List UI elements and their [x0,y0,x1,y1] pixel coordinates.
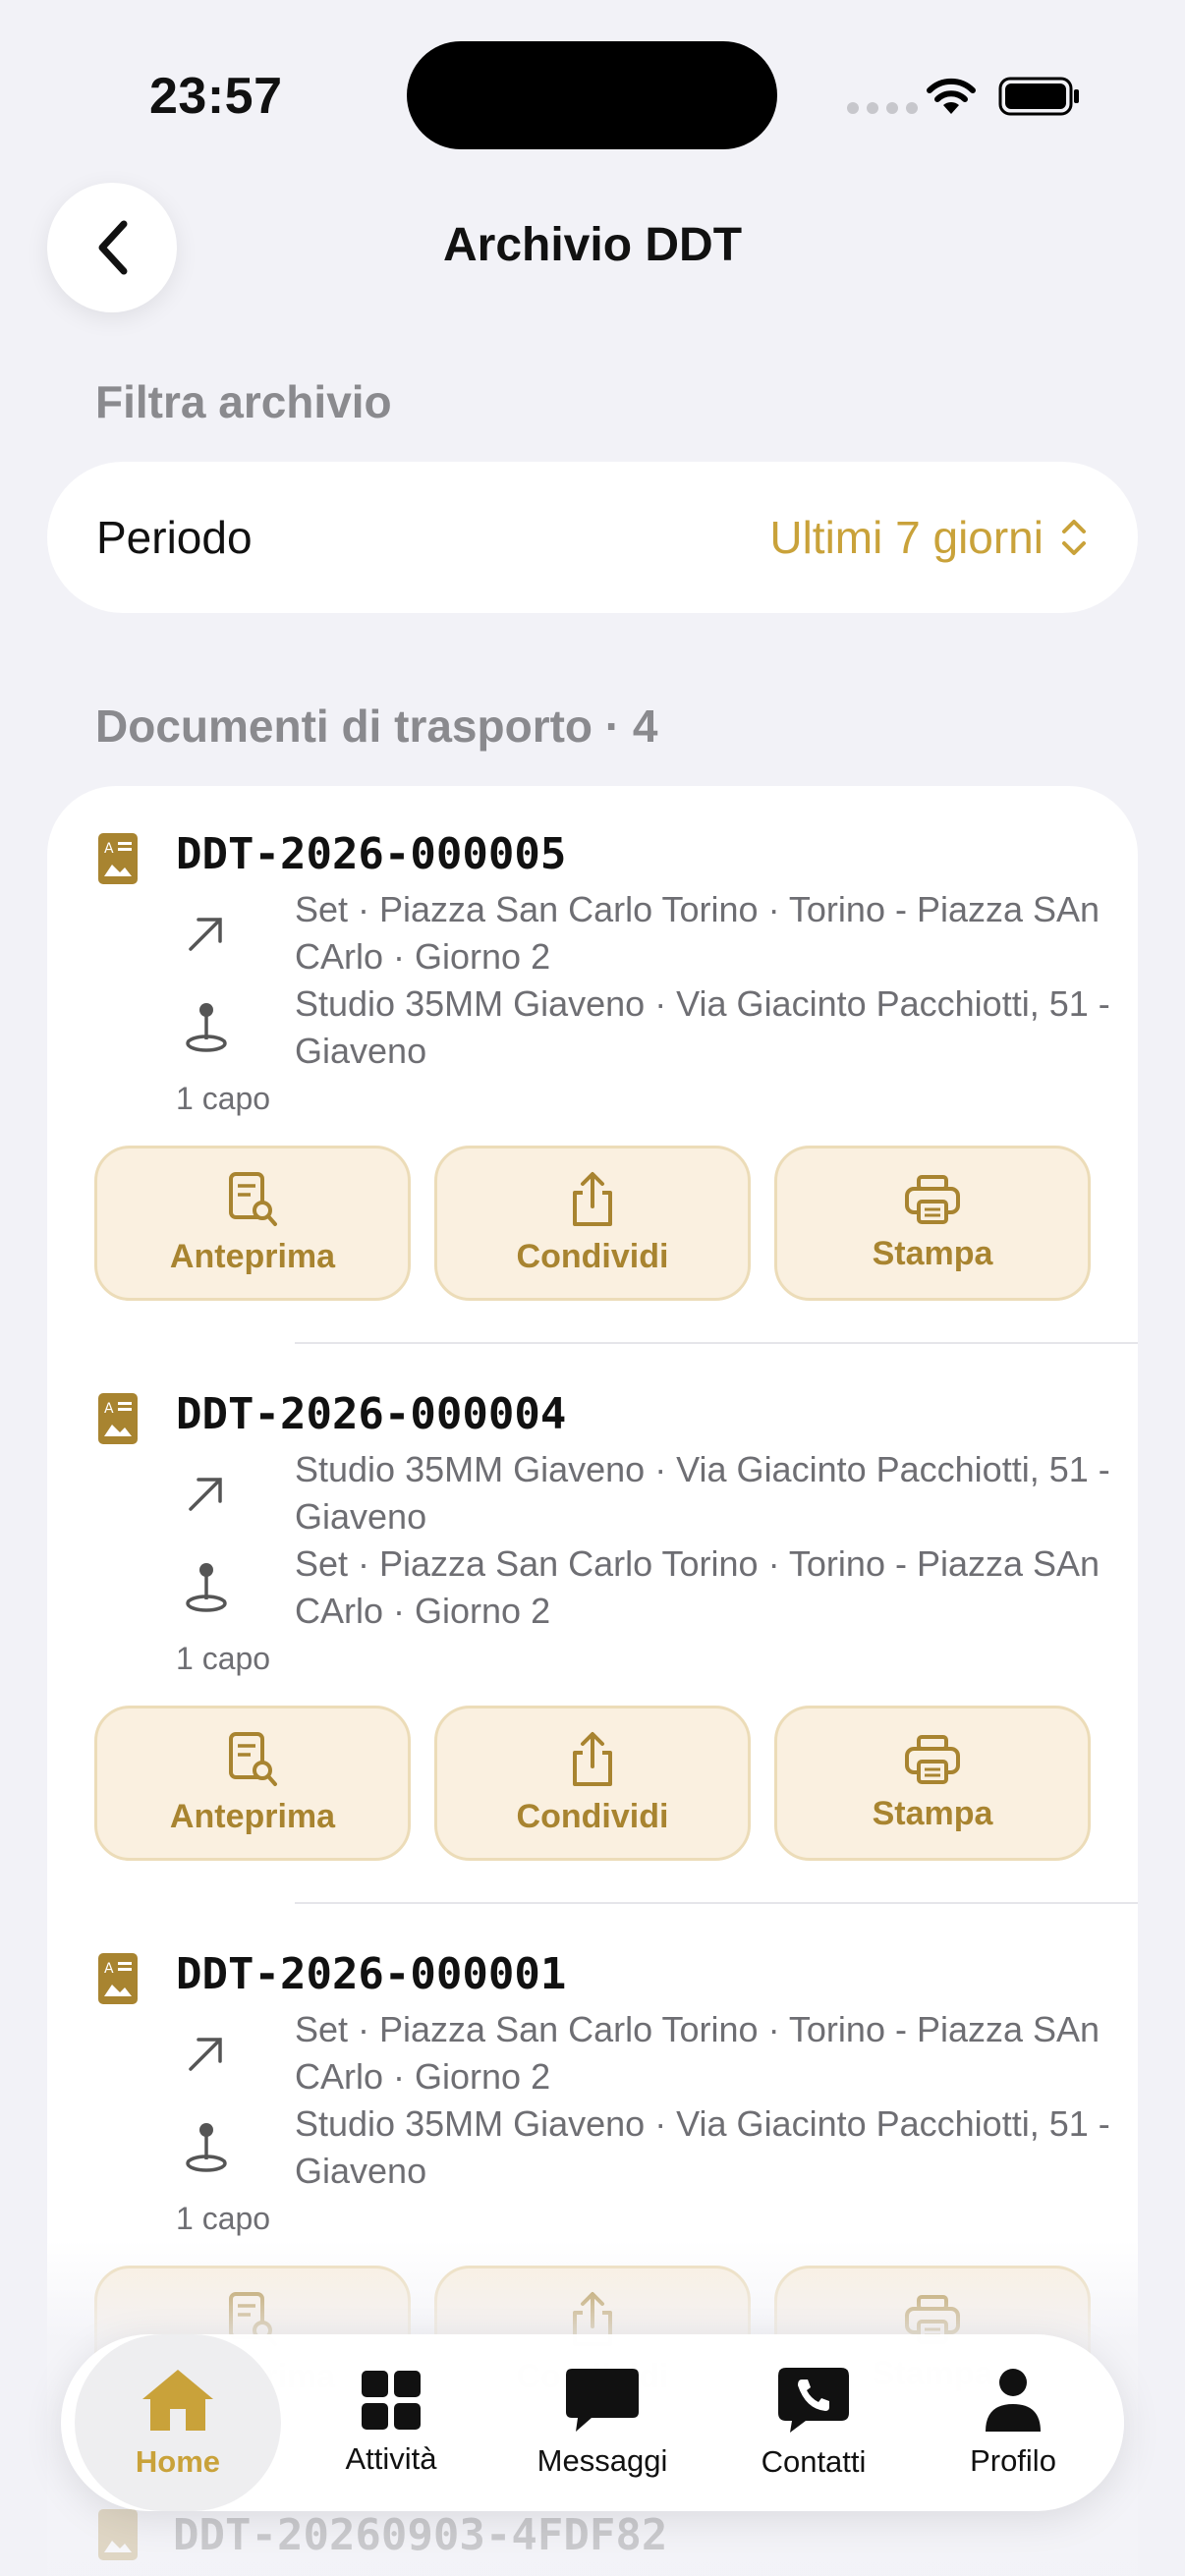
document-number: DDT-2026-000005 [176,829,567,879]
status-bar: 23:57 [0,0,1185,187]
map-pin-icon [186,1563,227,1612]
chevron-up-down-icon [1062,520,1086,555]
print-button[interactable]: Stampa [774,1146,1091,1301]
message-bubble-icon [566,2369,639,2432]
filter-section-title: Filtra archivio [95,376,392,427]
tab-contacts[interactable]: Contatti [711,2334,916,2511]
list-item[interactable]: DDT-20260903-4FDF82 [98,2509,667,2560]
arrow-up-right-icon [189,2038,222,2071]
preview-button[interactable]: Anteprima [94,1146,411,1301]
person-icon [986,2369,1041,2432]
map-pin-icon [186,2123,227,2172]
destination-address: Studio 35MM Giaveno · Via Giacinto Pacch… [295,2103,1110,2191]
arrow-up-right-icon [189,918,222,951]
battery-icon [998,77,1079,116]
document-image-icon: A [98,1393,138,1444]
divider [295,1902,1138,1904]
tab-bar: Home Attività Messaggi Contatti Profilo [61,2334,1124,2511]
period-label: Periodo [96,512,253,563]
page-title: Archivio DDT [442,219,743,271]
phone-bubble-icon [778,2368,849,2433]
dynamic-island [407,41,777,149]
share-button[interactable]: Condividi [434,1706,751,1861]
document-number: DDT-20260903-4FDF82 [173,2509,668,2560]
preview-label: Anteprima [169,1237,336,1275]
tab-contacts-label: Contatti [761,2444,867,2479]
document-image-icon [98,2509,138,2560]
print-button[interactable]: Stampa [774,1706,1091,1861]
action-row: Anteprima Condividi Stampa [94,1706,1091,1861]
item-count: 1 capo [176,2201,271,2236]
tab-messages-label: Messaggi [536,2443,668,2478]
status-time: 23:57 [149,68,283,125]
share-button[interactable]: Condividi [434,1146,751,1301]
item-count: 1 capo [176,1081,271,1116]
divider [295,1342,1138,1344]
tab-activities-label: Attività [345,2441,437,2476]
document-magnify-icon [229,1171,277,1226]
document-image-icon: A [98,1953,138,2004]
destination-address: Studio 35MM Giaveno · Via Giacinto Pacch… [295,983,1110,1071]
document-magnify-icon [229,1731,277,1786]
svg-text:A: A [104,1961,114,1977]
grid-icon [362,2371,421,2430]
tab-home[interactable]: Home [75,2334,281,2511]
origin-address: Set · Piazza San Carlo Torino · Torino -… [295,2009,1100,2097]
tab-home-label: Home [135,2444,221,2479]
share-label: Condividi [516,1797,669,1835]
preview-label: Anteprima [169,1797,336,1835]
svg-text:A: A [104,1401,114,1417]
map-pin-icon [186,1003,227,1052]
tab-messages[interactable]: Messaggi [493,2334,711,2511]
tab-activities[interactable]: Attività [289,2334,493,2511]
destination-address: Set · Piazza San Carlo Torino · Torino -… [295,1543,1100,1631]
share-icon [573,1171,612,1226]
period-select[interactable]: Ultimi 7 giorni [769,511,1089,564]
preview-button[interactable]: Anteprima [94,1706,411,1861]
document-image-icon: A [98,833,138,884]
share-label: Condividi [516,1237,669,1275]
document-number: DDT-2026-000004 [176,1389,567,1439]
printer-icon [905,1734,960,1784]
action-row: Anteprima Condividi Stampa [94,1146,1091,1301]
period-filter[interactable]: Periodo Ultimi 7 giorni [47,462,1138,613]
arrow-up-right-icon [189,1478,222,1511]
print-label: Stampa [872,1234,993,1272]
printer-icon [905,1174,960,1224]
origin-address: Set · Piazza San Carlo Torino · Torino -… [295,889,1100,977]
origin-address: Studio 35MM Giaveno · Via Giacinto Pacch… [295,1449,1110,1537]
document-number: DDT-2026-000001 [176,1949,567,1999]
tab-profile-label: Profilo [970,2443,1056,2478]
house-icon [142,2370,213,2431]
wifi-icon [927,78,976,114]
print-label: Stampa [872,1794,993,1832]
documents-section-title: Documenti di trasporto · 4 [95,700,658,752]
period-value: Ultimi 7 giorni [769,512,1044,563]
cellular-signal-icon [847,102,918,114]
svg-text:A: A [104,841,114,857]
share-icon [573,1731,612,1786]
item-count: 1 capo [176,1641,271,1676]
tab-profile[interactable]: Profilo [916,2334,1110,2511]
